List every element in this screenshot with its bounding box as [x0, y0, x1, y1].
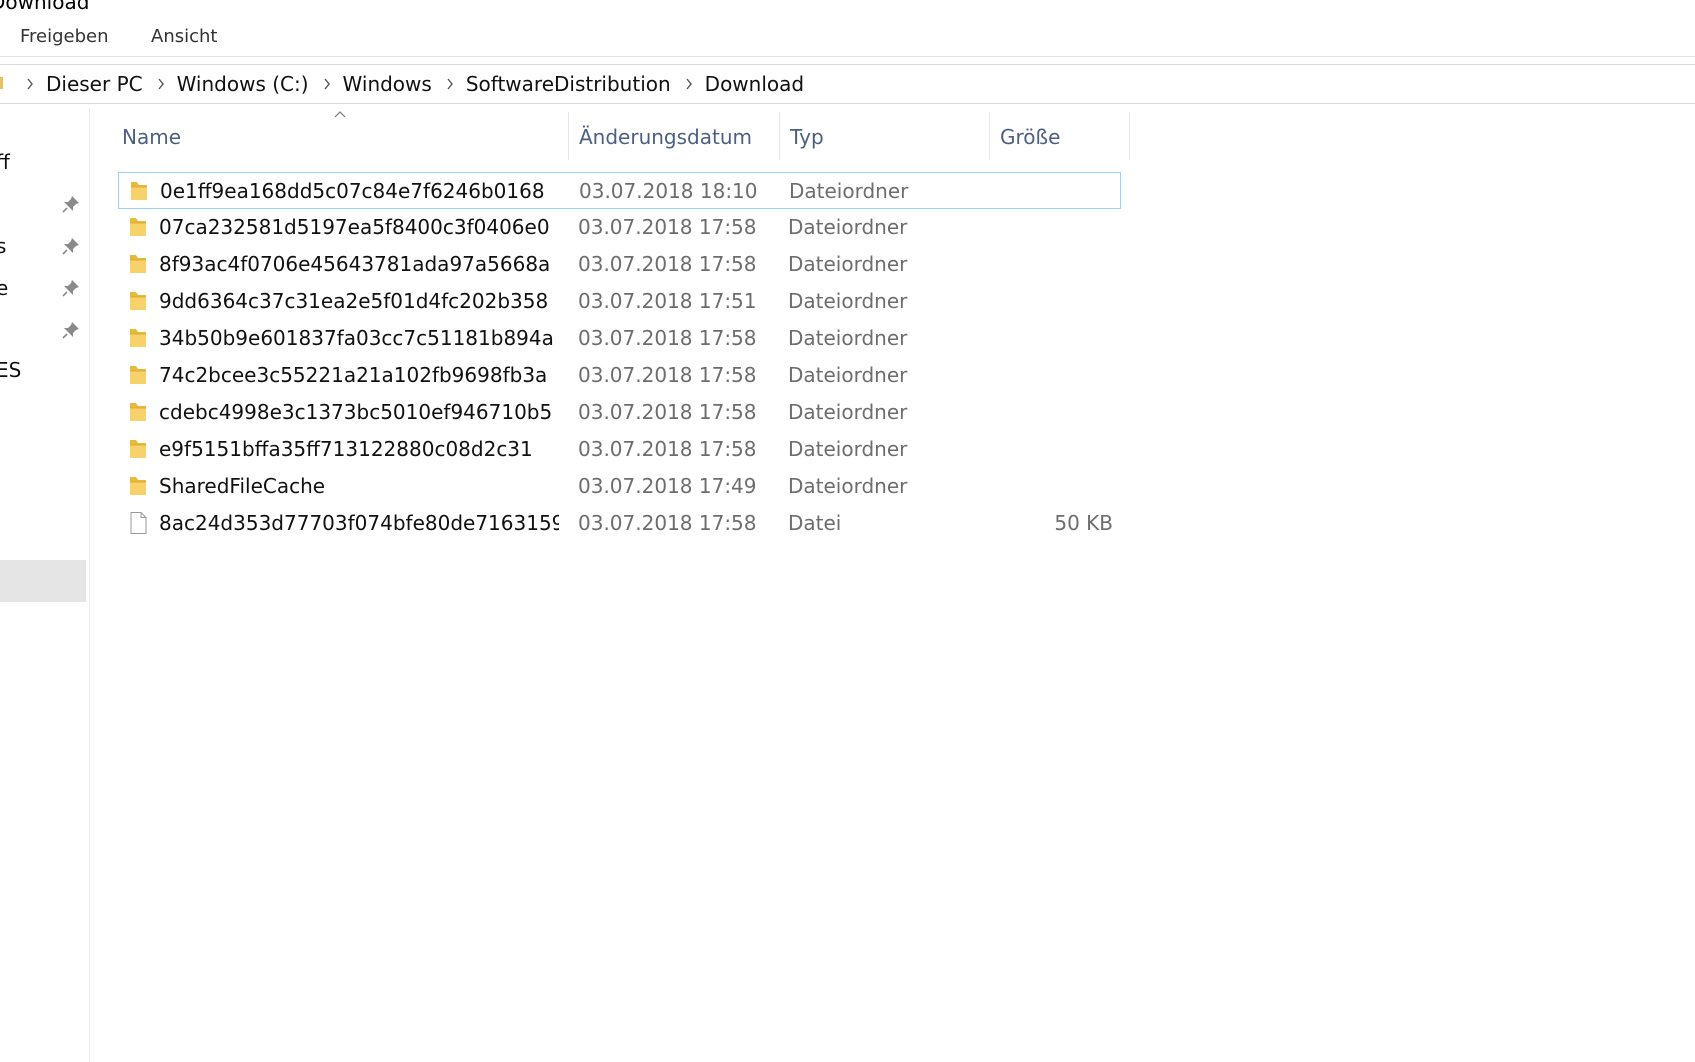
- folder-icon: [128, 437, 148, 461]
- breadcrumb-item-softwaredistribution[interactable]: SoftwareDistribution: [462, 72, 677, 96]
- file-type: Dateiordner: [788, 400, 908, 424]
- folder-icon: [128, 474, 148, 498]
- file-type: Datei: [788, 511, 842, 535]
- file-name: 8ac24d353d77703f074bfe80de7163159a5...: [159, 511, 559, 535]
- file-name: 8f93ac4f0706e45643781ada97a5668a: [159, 252, 551, 276]
- file-name: cdebc4998e3c1373bc5010ef946710b5: [159, 400, 553, 424]
- nav-item-label[interactable]: e: [0, 276, 8, 300]
- nav-pane-divider[interactable]: [89, 108, 90, 1062]
- folder-icon: [128, 215, 148, 239]
- table-row[interactable]: 9dd6364c37c31ea2e5f01d4fc202b358 03.07.20…: [118, 283, 1121, 320]
- file-size: [998, 394, 1113, 431]
- file-date: 03.07.2018 17:58: [578, 400, 757, 424]
- file-icon: [128, 511, 148, 535]
- column-resize-handle[interactable]: [1129, 112, 1130, 160]
- window-title: Download: [0, 0, 90, 14]
- file-name: 0e1ff9ea168dd5c07c84e7f6246b0168: [160, 179, 545, 203]
- file-name: 9dd6364c37c31ea2e5f01d4fc202b358: [159, 289, 549, 313]
- breadcrumb-item-windows[interactable]: Windows: [339, 72, 438, 96]
- file-date: 03.07.2018 17:58: [578, 511, 757, 535]
- ribbon-tabs: Freigeben Ansicht: [0, 18, 1695, 58]
- pin-icon[interactable]: [61, 236, 81, 256]
- chevron-right-icon[interactable]: [18, 65, 42, 103]
- nav-item-label[interactable]: ES: [0, 358, 21, 382]
- file-name: e9f5151bffa35ff713122880c08d2c31: [159, 437, 533, 461]
- table-row[interactable]: e9f5151bffa35ff713122880c08d2c31 03.07.20…: [118, 431, 1121, 468]
- table-row[interactable]: 8f93ac4f0706e45643781ada97a5668a 03.07.20…: [118, 246, 1121, 283]
- file-type: Dateiordner: [789, 179, 909, 203]
- tab-ansicht[interactable]: Ansicht: [151, 26, 217, 47]
- column-header-name[interactable]: Name: [112, 112, 568, 162]
- file-date: 03.07.2018 17:51: [578, 289, 757, 313]
- file-name: SharedFileCache: [159, 474, 326, 498]
- file-size: [999, 173, 1114, 210]
- file-date: 03.07.2018 17:58: [578, 215, 757, 239]
- folder-icon: [128, 400, 148, 424]
- file-type: Dateiordner: [788, 215, 908, 239]
- file-type: Dateiordner: [788, 252, 908, 276]
- file-size: [998, 283, 1113, 320]
- location-folder-icon: [0, 77, 3, 89]
- nav-item-selected[interactable]: [0, 560, 86, 602]
- table-row[interactable]: 8ac24d353d77703f074bfe80de7163159a5... 03…: [118, 505, 1121, 542]
- nav-item-label[interactable]: s: [0, 234, 6, 258]
- file-date: 03.07.2018 18:10: [579, 179, 758, 203]
- file-size: [998, 246, 1113, 283]
- column-header-type[interactable]: Typ: [780, 112, 989, 162]
- table-row[interactable]: 07ca232581d5197ea5f8400c3f0406e0 03.07.20…: [118, 209, 1121, 246]
- pin-icon[interactable]: [61, 320, 81, 340]
- ribbon-divider: [0, 56, 1695, 57]
- file-type: Dateiordner: [788, 289, 908, 313]
- chevron-right-icon[interactable]: [438, 65, 462, 103]
- pin-icon[interactable]: [61, 278, 81, 298]
- file-date: 03.07.2018 17:58: [578, 363, 757, 387]
- chevron-right-icon[interactable]: [677, 65, 701, 103]
- folder-icon: [129, 179, 149, 203]
- file-explorer-window: Download Freigeben Ansicht Dieser PC Win…: [0, 0, 1695, 1062]
- file-size: [998, 431, 1113, 468]
- breadcrumb-item-dieser-pc[interactable]: Dieser PC: [42, 72, 149, 96]
- file-size: [998, 357, 1113, 394]
- table-row[interactable]: 34b50b9e601837fa03cc7c51181b894a 03.07.20…: [118, 320, 1121, 357]
- file-type: Dateiordner: [788, 363, 908, 387]
- file-date: 03.07.2018 17:49: [578, 474, 757, 498]
- folder-icon: [128, 326, 148, 350]
- table-row[interactable]: 0e1ff9ea168dd5c07c84e7f6246b0168 03.07.20…: [118, 172, 1121, 209]
- chevron-right-icon[interactable]: [315, 65, 339, 103]
- folder-icon: [128, 289, 148, 313]
- file-name: 34b50b9e601837fa03cc7c51181b894a: [159, 326, 554, 350]
- file-date: 03.07.2018 17:58: [578, 326, 757, 350]
- address-bar[interactable]: Dieser PC Windows (C:) Windows SoftwareD…: [0, 64, 1695, 104]
- pin-icon[interactable]: [61, 194, 81, 214]
- file-date: 03.07.2018 17:58: [578, 437, 757, 461]
- folder-icon: [128, 363, 148, 387]
- tab-freigeben[interactable]: Freigeben: [20, 26, 109, 47]
- file-size: [998, 468, 1113, 505]
- column-header-size[interactable]: Größe: [990, 112, 1129, 162]
- table-row[interactable]: cdebc4998e3c1373bc5010ef946710b5 03.07.20…: [118, 394, 1121, 431]
- file-size: [998, 209, 1113, 246]
- file-type: Dateiordner: [788, 474, 908, 498]
- file-name: 74c2bcee3c55221a21a102fb9698fb3a: [159, 363, 548, 387]
- breadcrumb: Dieser PC Windows (C:) Windows SoftwareD…: [18, 65, 810, 103]
- file-type: Dateiordner: [788, 326, 908, 350]
- file-size: [998, 320, 1113, 357]
- table-row[interactable]: SharedFileCache 03.07.2018 17:49 Dateiordn…: [118, 468, 1121, 505]
- breadcrumb-item-windows-c[interactable]: Windows (C:): [173, 72, 315, 96]
- table-row[interactable]: 74c2bcee3c55221a21a102fb9698fb3a 03.07.20…: [118, 357, 1121, 394]
- nav-item-label[interactable]: ff: [0, 150, 10, 174]
- file-name: 07ca232581d5197ea5f8400c3f0406e0: [159, 215, 550, 239]
- column-header-date[interactable]: Änderungsdatum: [569, 112, 779, 162]
- breadcrumb-item-download[interactable]: Download: [701, 72, 810, 96]
- chevron-right-icon[interactable]: [149, 65, 173, 103]
- file-type: Dateiordner: [788, 437, 908, 461]
- file-date: 03.07.2018 17:58: [578, 252, 757, 276]
- folder-icon: [128, 252, 148, 276]
- file-size: 50 KB: [1054, 511, 1113, 535]
